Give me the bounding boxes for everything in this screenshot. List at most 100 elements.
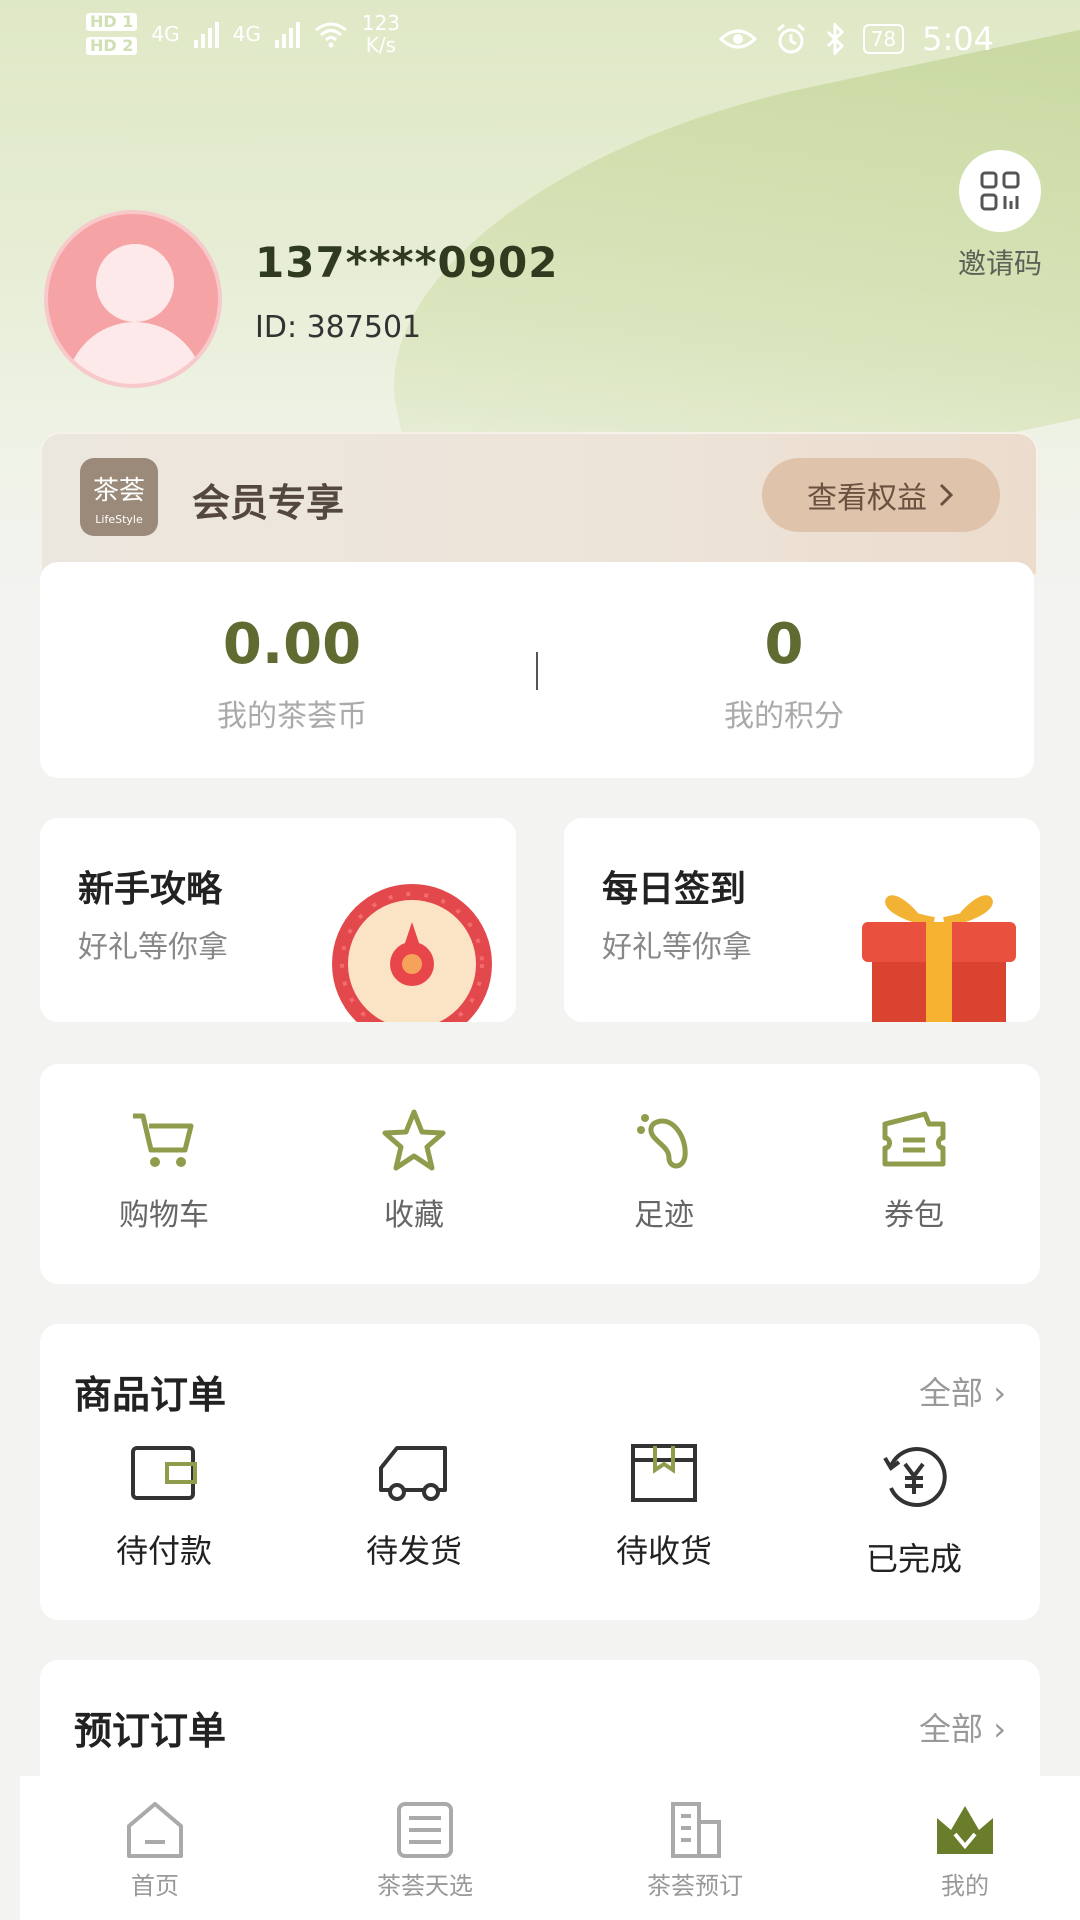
- hd2-badge: HD 2: [86, 37, 138, 55]
- stats-divider: [536, 652, 538, 690]
- avatar-body: [66, 322, 204, 384]
- favorites-button[interactable]: 收藏: [324, 1108, 504, 1234]
- coupons-label: 券包: [884, 1198, 944, 1233]
- order-pending-payment[interactable]: 待付款: [74, 1442, 254, 1572]
- nav-mine[interactable]: 我的: [880, 1800, 1050, 1901]
- avatar-head: [96, 244, 174, 322]
- signal2-label: 4G: [232, 22, 261, 46]
- lucky-wheel-icon: [332, 884, 492, 1022]
- daily-checkin-card[interactable]: 每日签到 好礼等你拿: [564, 818, 1040, 1022]
- signal2-icon: [274, 20, 300, 48]
- chevron-right-icon: ›: [993, 1374, 1006, 1412]
- net-speed-unit: K/s: [365, 33, 397, 57]
- coins-label: 我的茶荟币: [217, 699, 367, 734]
- home-icon: [127, 1802, 183, 1858]
- status-left: HD 1 HD 2 4G 4G 123 K/s: [86, 12, 400, 56]
- battery-indicator: 78: [862, 24, 905, 54]
- beginner-guide-card[interactable]: 新手攻略 好礼等你拿: [40, 818, 516, 1022]
- gift-box-icon: [862, 895, 1016, 1022]
- order-status-label: 已完成: [865, 1540, 962, 1578]
- view-all-label: 全部: [919, 1374, 984, 1412]
- brand-logo-cn: 茶荟: [92, 476, 145, 506]
- net-speed-value: 123: [361, 11, 401, 35]
- package-icon: [631, 1444, 697, 1502]
- member-banner: 茶荟 LifeStyle 会员专享 查看权益: [40, 432, 1038, 576]
- signal1-label: 4G: [151, 22, 180, 46]
- user-id: ID: 387501: [255, 310, 422, 345]
- footprint-button[interactable]: 足迹: [574, 1108, 754, 1234]
- status-bar: HD 1 HD 2 4G 4G 123 K/s 78 5:04: [0, 0, 1080, 84]
- hd1-badge: HD 1: [86, 13, 138, 31]
- points-stat[interactable]: 0 我的积分: [584, 612, 984, 735]
- product-orders-title: 商品订单: [74, 1373, 227, 1417]
- signal1-icon: [193, 20, 219, 48]
- coins-value: 0.00: [222, 612, 362, 677]
- reservation-orders-title: 预订订单: [74, 1709, 227, 1753]
- order-status-label: 待收货: [615, 1532, 712, 1570]
- nav-reservation[interactable]: 茶荟预订: [610, 1800, 780, 1901]
- cart-label: 购物车: [119, 1198, 209, 1233]
- points-value: 0: [764, 612, 804, 677]
- avatar[interactable]: [44, 210, 222, 388]
- order-pending-shipment[interactable]: 待发货: [324, 1442, 504, 1572]
- invite-code-label: 邀请码: [957, 247, 1042, 280]
- wifi-icon: [314, 22, 347, 48]
- status-right: 78 5:04: [718, 20, 994, 58]
- alarm-icon: [776, 23, 805, 54]
- eye-icon: [718, 29, 757, 49]
- cart-button[interactable]: 购物车: [74, 1108, 254, 1234]
- reservation-orders-view-all[interactable]: 全部 ›: [919, 1704, 1006, 1750]
- wallet-icon: [131, 1446, 197, 1500]
- star-icon: [382, 1109, 446, 1171]
- product-orders-card: 商品订单 全部 › 待付款 待发货 待收货 已完成: [40, 1324, 1040, 1620]
- profile-page: HD 1 HD 2 4G 4G 123 K/s 78 5:04 137****0…: [0, 0, 1080, 1920]
- stats-card: 0.00 我的茶荟币 0 我的积分: [40, 562, 1034, 778]
- points-label: 我的积分: [724, 699, 844, 734]
- brand-logo: 茶荟 LifeStyle: [80, 458, 158, 536]
- order-pending-receipt[interactable]: 待收货: [574, 1442, 754, 1572]
- invite-code-button[interactable]: 邀请码: [950, 150, 1050, 282]
- promo-title: 新手攻略: [78, 869, 223, 910]
- crown-icon: [937, 1806, 993, 1854]
- truck-icon: [379, 1446, 447, 1501]
- coupon-icon: [882, 1111, 946, 1167]
- promo-subtitle: 好礼等你拿: [78, 930, 228, 965]
- list-icon: [397, 1802, 453, 1858]
- nav-label: 我的: [941, 1872, 989, 1900]
- hd-badges: HD 1 HD 2: [86, 13, 138, 55]
- brand-logo-en: LifeStyle: [95, 513, 143, 526]
- coupons-button[interactable]: 券包: [824, 1108, 1004, 1234]
- view-benefits-button[interactable]: 查看权益: [762, 458, 1000, 532]
- nav-label: 茶荟预订: [647, 1872, 743, 1900]
- footprint-icon: [637, 1114, 688, 1169]
- chevron-right-icon: [939, 483, 954, 507]
- invite-code-circle: [959, 150, 1041, 232]
- order-completed[interactable]: 已完成: [824, 1442, 1004, 1580]
- nav-label: 首页: [131, 1872, 179, 1900]
- nav-tianxuan[interactable]: 茶荟天选: [340, 1800, 510, 1901]
- chevron-right-icon: ›: [993, 1710, 1006, 1748]
- order-status-label: 待发货: [365, 1532, 462, 1570]
- nav-label: 茶荟天选: [377, 1872, 473, 1900]
- footprint-label: 足迹: [634, 1198, 694, 1233]
- user-phone: 137****0902: [255, 238, 559, 287]
- order-status-label: 待付款: [115, 1532, 212, 1570]
- member-title: 会员专享: [192, 481, 345, 525]
- building-icon: [671, 1802, 721, 1858]
- view-all-label: 全部: [919, 1710, 984, 1748]
- view-benefits-label: 查看权益: [807, 481, 927, 516]
- cart-icon: [133, 1113, 194, 1167]
- bluetooth-icon: [826, 23, 844, 55]
- qr-code-icon: [980, 171, 1020, 211]
- quick-actions-card: 购物车 收藏 足迹 券包: [40, 1064, 1040, 1284]
- bottom-nav: 首页 茶荟天选 茶荟预订 我的: [20, 1776, 1080, 1920]
- promo-title: 每日签到: [602, 869, 747, 910]
- coins-stat[interactable]: 0.00 我的茶荟币: [92, 612, 492, 735]
- nav-home[interactable]: 首页: [70, 1800, 240, 1901]
- promo-subtitle: 好礼等你拿: [602, 930, 752, 965]
- yen-refresh-icon: [883, 1447, 947, 1507]
- clock: 5:04: [922, 20, 994, 58]
- product-orders-view-all[interactable]: 全部 ›: [919, 1368, 1006, 1414]
- net-speed: 123 K/s: [362, 12, 400, 56]
- favorites-label: 收藏: [384, 1198, 444, 1233]
